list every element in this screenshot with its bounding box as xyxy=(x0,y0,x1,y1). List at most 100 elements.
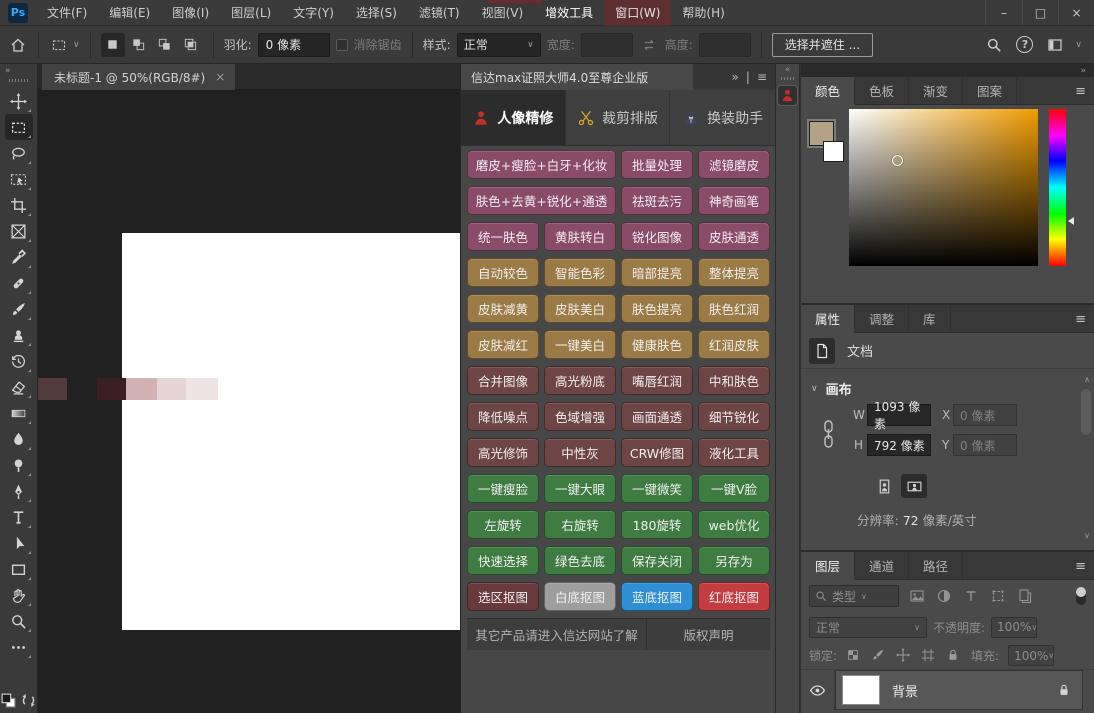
filter-toggle[interactable] xyxy=(1076,587,1086,605)
plugin-button[interactable]: 暗部提亮 xyxy=(621,258,693,287)
menu-item[interactable]: 文字(Y) xyxy=(282,0,345,26)
intersect-selection-icon[interactable] xyxy=(179,33,203,57)
swap-dimensions-icon[interactable] xyxy=(639,35,659,55)
saturation-field[interactable] xyxy=(849,109,1038,266)
color-cursor[interactable] xyxy=(892,155,903,166)
landscape-orientation-icon[interactable] xyxy=(901,474,927,498)
workspace-icon[interactable] xyxy=(1045,35,1065,55)
fill-input[interactable]: 100% ∨ xyxy=(1008,645,1054,666)
plugin-button[interactable]: 锐化图像 xyxy=(621,222,693,251)
lock-option-icon[interactable] xyxy=(921,648,937,664)
panel-tab[interactable]: 图层 xyxy=(801,552,856,580)
search-icon[interactable] xyxy=(984,35,1004,55)
scroll-down-icon[interactable]: ∨ xyxy=(1084,531,1090,540)
canvas[interactable] xyxy=(122,233,460,630)
menu-item[interactable]: 滤镜(T) xyxy=(408,0,471,26)
lock-option-icon[interactable] xyxy=(871,648,887,664)
plugin-button[interactable]: 液化工具 xyxy=(698,438,770,467)
tool-button[interactable] xyxy=(5,426,33,452)
expand-toolbar-icon[interactable]: » xyxy=(0,64,37,77)
plugin-button[interactable]: 肤色提亮 xyxy=(621,294,693,323)
plugin-button[interactable]: 嘴唇红润 xyxy=(621,366,693,395)
menu-item[interactable]: 帮助(H) xyxy=(671,0,735,26)
plugin-button[interactable]: 红底抠图 xyxy=(698,582,770,611)
plugin-button[interactable]: 色域增强 xyxy=(544,402,616,431)
plugin-tab[interactable]: 人像精修 xyxy=(461,90,566,145)
tool-preset-icon[interactable] xyxy=(49,35,69,55)
plugin-button[interactable]: 祛斑去污 xyxy=(621,186,693,215)
plugin-button[interactable]: 高光粉底 xyxy=(544,366,616,395)
panel-menu-icon[interactable]: ≡ xyxy=(1075,559,1094,574)
plugin-footer-link[interactable]: 其它产品请进入信达网站了解 xyxy=(467,619,646,650)
plugin-button[interactable]: 白底抠图 xyxy=(544,582,616,611)
plugin-button[interactable]: 黄肤转白 xyxy=(544,222,616,251)
toolbar-grip[interactable] xyxy=(8,79,29,82)
height-input[interactable] xyxy=(698,32,751,57)
plugin-button[interactable]: 另存为 xyxy=(698,546,770,575)
menu-item[interactable]: 视图(V) xyxy=(471,0,535,26)
tool-button[interactable] xyxy=(5,270,33,296)
collapse-dock-icon[interactable]: » xyxy=(801,64,1094,77)
plugin-button[interactable]: 画面通透 xyxy=(621,402,693,431)
switch-colors-icon[interactable] xyxy=(20,692,37,709)
tool-button[interactable] xyxy=(5,296,33,322)
width-input[interactable] xyxy=(580,32,633,57)
antialias-checkbox[interactable] xyxy=(335,38,348,51)
layer-row[interactable]: 背景 xyxy=(801,670,1094,710)
layer-entry[interactable]: 背景 xyxy=(835,670,1083,710)
new-selection-icon[interactable] xyxy=(100,32,125,57)
plugin-button[interactable]: 一键大眼 xyxy=(544,474,616,503)
menu-item[interactable]: 文件(F) xyxy=(36,0,98,26)
plugin-button[interactable]: 中性灰 xyxy=(544,438,616,467)
canvas-height-input[interactable]: 792 像素 xyxy=(867,434,931,456)
subtract-selection-icon[interactable] xyxy=(153,33,177,57)
default-colors-icon[interactable] xyxy=(0,692,17,709)
plugin-button[interactable]: 一键瘦脸 xyxy=(467,474,539,503)
plugin-tab[interactable]: 裁剪排版 xyxy=(566,90,671,145)
tool-button[interactable] xyxy=(5,478,33,504)
plugin-button[interactable]: 批量处理 xyxy=(621,150,693,179)
plugin-button[interactable]: 滤镜磨皮 xyxy=(698,150,770,179)
plugin-button[interactable]: 智能色彩 xyxy=(544,258,616,287)
plugin-button[interactable]: 快速选择 xyxy=(467,546,539,575)
tool-button[interactable] xyxy=(4,114,33,140)
layer-visibility-toggle[interactable] xyxy=(801,670,835,710)
lock-option-icon[interactable] xyxy=(946,648,962,664)
layer-thumbnail[interactable] xyxy=(842,675,880,705)
menu-item[interactable]: 窗口(W) xyxy=(604,0,672,26)
canvas-x-input[interactable]: 0 像素 xyxy=(953,404,1017,426)
chevron-down-icon[interactable]: ∨ xyxy=(73,40,80,50)
tool-button[interactable] xyxy=(5,582,33,608)
plugin-button[interactable]: 合并图像 xyxy=(467,366,539,395)
panel-menu-icon[interactable]: ≡ xyxy=(1075,312,1094,327)
tool-button[interactable] xyxy=(5,348,33,374)
minimize-button[interactable]: – xyxy=(986,0,1022,25)
menu-item[interactable]: 选择(S) xyxy=(345,0,408,26)
plugin-button[interactable]: 皮肤减黄 xyxy=(467,294,539,323)
plugin-button[interactable]: 磨皮+瘦脸+白牙+化妆 xyxy=(467,150,616,179)
panel-tab[interactable]: 色板 xyxy=(855,77,910,104)
plugin-button[interactable]: 皮肤减红 xyxy=(467,330,539,359)
plugin-button[interactable]: 180旋转 xyxy=(621,510,693,539)
background-color-swatch[interactable] xyxy=(823,141,844,162)
plugin-button[interactable]: 皮肤通透 xyxy=(698,222,770,251)
panel-tab[interactable]: 调整 xyxy=(855,305,910,332)
panel-tab[interactable]: 图案 xyxy=(963,77,1018,104)
lock-option-icon[interactable] xyxy=(846,648,862,664)
link-dimensions-icon[interactable] xyxy=(821,419,837,449)
hue-marker[interactable] xyxy=(1068,217,1074,225)
document-tab[interactable]: 未标题-1 @ 50%(RGB/8#) × xyxy=(42,64,236,90)
lock-option-icon[interactable] xyxy=(896,647,912,664)
plugin-button[interactable]: 一键微笑 xyxy=(621,474,693,503)
tool-button[interactable] xyxy=(5,166,33,192)
plugin-button[interactable]: 选区抠图 xyxy=(467,582,539,611)
home-icon[interactable] xyxy=(8,35,28,55)
scrollbar-thumb[interactable] xyxy=(1081,389,1091,435)
plugin-tab[interactable]: 换装助手 xyxy=(670,90,775,145)
scroll-up-icon[interactable]: ∧ xyxy=(1084,375,1090,384)
filter-icon[interactable] xyxy=(907,587,926,606)
portrait-orientation-icon[interactable] xyxy=(871,474,897,498)
tool-button[interactable] xyxy=(5,634,33,660)
canvas-width-input[interactable]: 1093 像素 xyxy=(867,400,931,431)
feather-input[interactable]: 0 像素 xyxy=(257,32,330,57)
